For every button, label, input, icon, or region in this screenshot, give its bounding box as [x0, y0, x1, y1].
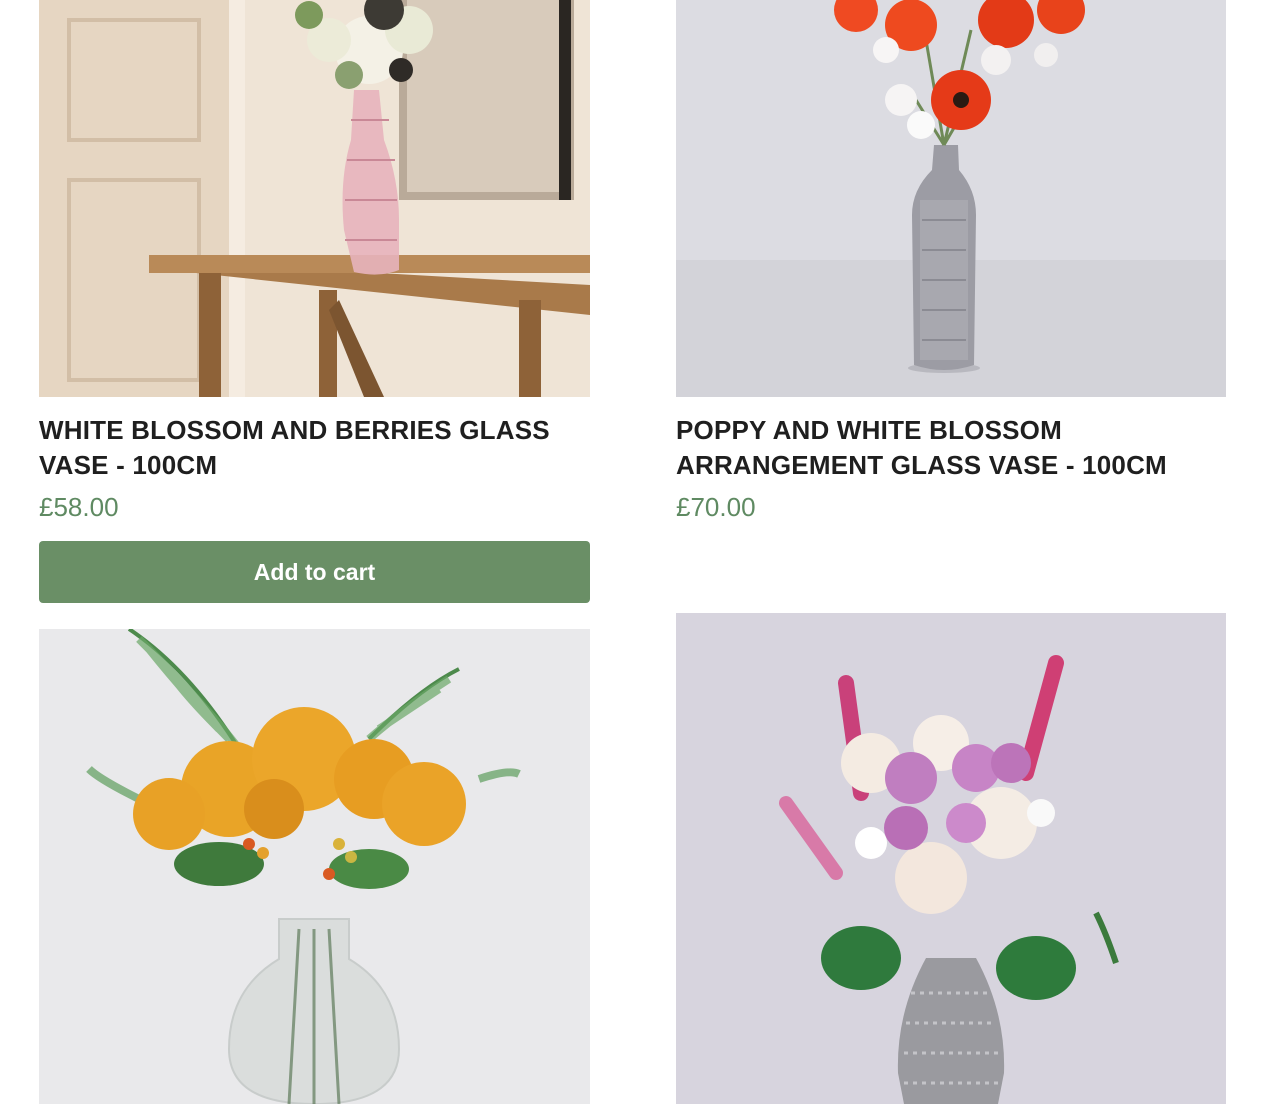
- product-title[interactable]: WHITE BLOSSOM AND BERRIES GLASS VASE - 1…: [39, 413, 590, 483]
- product-image[interactable]: [39, 0, 590, 397]
- product-image[interactable]: [676, 613, 1226, 1104]
- product-title[interactable]: POPPY AND WHITE BLOSSOM ARRANGEMENT GLAS…: [676, 413, 1226, 483]
- add-to-cart-button[interactable]: Add to cart: [39, 541, 590, 603]
- product-image[interactable]: [676, 0, 1226, 397]
- product-image[interactable]: [39, 629, 590, 1104]
- product-price: £58.00: [39, 492, 119, 522]
- product-price: £70.00: [676, 492, 756, 522]
